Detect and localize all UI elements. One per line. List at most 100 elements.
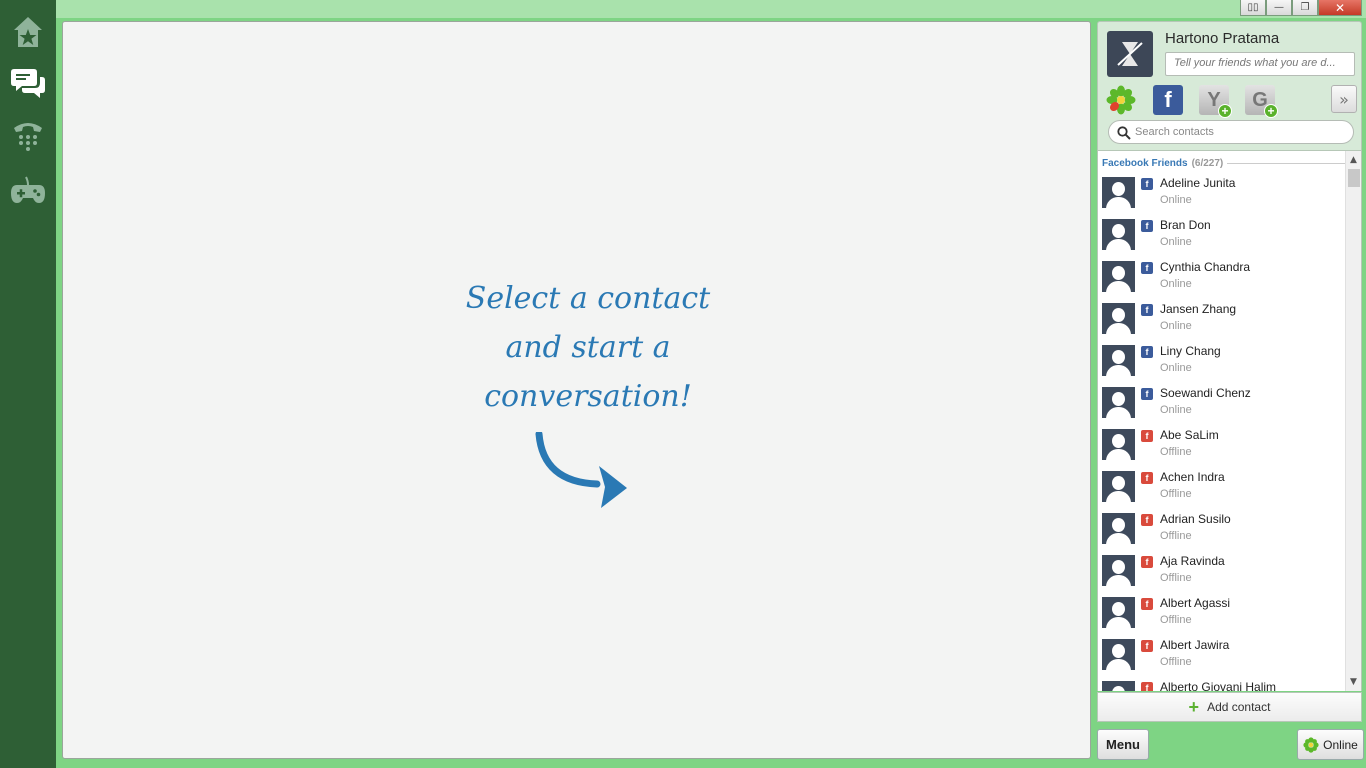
contact-avatar <box>1102 597 1135 628</box>
empty-state-line: conversation! <box>484 379 692 414</box>
contact-name: Albert Jawira <box>1160 638 1230 652</box>
facebook-icon[interactable]: f <box>1153 85 1183 115</box>
home-star-icon[interactable] <box>9 13 47 51</box>
contact-row[interactable]: f Soewandi Chenz Online <box>1102 385 1346 427</box>
contact-status: Online <box>1160 320 1192 332</box>
contact-status: Online <box>1160 194 1192 206</box>
expand-networks-button[interactable]: » <box>1331 85 1357 113</box>
contact-name: Bran Don <box>1160 218 1211 232</box>
facebook-badge-icon: f <box>1141 304 1153 316</box>
presence-button[interactable]: Online <box>1297 729 1364 760</box>
close-icon[interactable]: ✕ <box>1318 0 1362 16</box>
search-input[interactable] <box>1135 124 1345 140</box>
add-contact-button[interactable]: + Add contact <box>1097 692 1362 722</box>
contact-name: Aja Ravinda <box>1160 554 1225 568</box>
contact-name: Abe SaLim <box>1160 428 1219 442</box>
hourglass-icon <box>1117 42 1143 66</box>
left-nav-rail <box>0 0 56 768</box>
curved-arrow-icon <box>535 432 627 508</box>
contact-avatar <box>1102 555 1135 586</box>
icq-icon[interactable] <box>1106 85 1136 115</box>
presence-flower-icon <box>1303 736 1319 753</box>
facebook-badge-icon: f <box>1141 640 1153 652</box>
empty-state-message: Select a contact and start a conversatio… <box>423 274 753 421</box>
chat-bubbles-icon[interactable] <box>9 64 47 102</box>
group-header[interactable]: Facebook Friends (6/227) <box>1102 156 1346 170</box>
facebook-badge-icon: f <box>1141 598 1153 610</box>
empty-state-line: Select a contact <box>465 281 711 316</box>
menu-button[interactable]: Menu <box>1097 729 1149 760</box>
gtalk-add-icon[interactable]: G + <box>1245 85 1278 118</box>
facebook-badge-icon: f <box>1141 514 1153 526</box>
telephone-icon[interactable] <box>9 117 47 155</box>
contact-row[interactable]: f Albert Agassi Offline <box>1102 595 1346 637</box>
facebook-badge-icon: f <box>1141 262 1153 274</box>
contact-list: f Adeline Junita Online f Bran Don Online f Cyn… <box>1102 175 1346 691</box>
contact-status: Online <box>1160 404 1192 416</box>
contact-name: Adrian Susilo <box>1160 512 1231 526</box>
contact-list-panel: Facebook Friends (6/227) f Adeline Junita… <box>1097 151 1362 691</box>
contact-status: Offline <box>1160 614 1192 626</box>
contact-row[interactable]: f Albert Jawira Offline <box>1102 637 1346 679</box>
presence-label: Online <box>1323 737 1358 752</box>
contact-name: Cynthia Chandra <box>1160 260 1251 274</box>
contact-row[interactable]: f Jansen Zhang Online <box>1102 301 1346 343</box>
profile-header: Hartono Pratama Tell your friends what y… <box>1097 21 1362 151</box>
contact-avatar <box>1102 471 1135 502</box>
contact-status: Online <box>1160 236 1192 248</box>
contact-status: Offline <box>1160 656 1192 668</box>
status-message-input[interactable]: Tell your friends what you are d... <box>1165 52 1355 76</box>
contact-row[interactable]: f Aja Ravinda Offline <box>1102 553 1346 595</box>
scroll-down-icon[interactable]: ▼ <box>1346 675 1361 689</box>
facebook-badge-icon: f <box>1141 556 1153 568</box>
contact-row[interactable]: f Adrian Susilo Offline <box>1102 511 1346 553</box>
facebook-badge-icon: f <box>1141 220 1153 232</box>
scrollbar-thumb[interactable] <box>1348 169 1360 187</box>
contact-row[interactable]: f Abe SaLim Offline <box>1102 427 1346 469</box>
facebook-badge-icon: f <box>1141 178 1153 190</box>
search-icon <box>1117 126 1131 140</box>
contact-avatar <box>1102 513 1135 544</box>
contact-row[interactable]: f Adeline Junita Online <box>1102 175 1346 217</box>
user-name: Hartono Pratama <box>1165 30 1280 47</box>
app-window: ▯▯ — ❐ ✕ Select a contact and start a co… <box>56 0 1366 768</box>
minimize-icon[interactable]: — <box>1266 0 1292 16</box>
window-controls: ▯▯ — ❐ ✕ <box>1240 0 1362 16</box>
facebook-badge-icon: f <box>1141 346 1153 358</box>
search-box <box>1108 120 1354 144</box>
facebook-badge-icon: f <box>1141 682 1153 691</box>
scroll-up-icon[interactable]: ▲ <box>1346 153 1361 167</box>
gamepad-icon[interactable] <box>9 171 47 209</box>
contact-row[interactable]: f Cynthia Chandra Online <box>1102 259 1346 301</box>
contact-name: Albert Agassi <box>1160 596 1231 610</box>
yahoo-add-icon[interactable]: Y + <box>1199 85 1232 118</box>
contact-avatar <box>1102 681 1135 691</box>
contact-row[interactable]: f Liny Chang Online <box>1102 343 1346 385</box>
plus-icon: + <box>1188 697 1200 717</box>
contact-avatar <box>1102 429 1135 460</box>
contact-row[interactable]: f Bran Don Online <box>1102 217 1346 259</box>
scrollbar[interactable]: ▲ ▼ <box>1345 151 1361 691</box>
contact-status: Offline <box>1160 572 1192 584</box>
avatar[interactable] <box>1107 31 1153 77</box>
contact-avatar <box>1102 261 1135 292</box>
contact-name: Liny Chang <box>1160 344 1221 358</box>
restore-icon[interactable]: ❐ <box>1292 0 1318 16</box>
contact-status: Offline <box>1160 488 1192 500</box>
contact-status: Online <box>1160 362 1192 374</box>
contact-avatar <box>1102 219 1135 250</box>
divider <box>1227 162 1346 164</box>
toggle-panel-icon[interactable]: ▯▯ <box>1240 0 1266 16</box>
contact-name: Achen Indra <box>1160 470 1225 484</box>
conversation-panel: Select a contact and start a conversatio… <box>62 21 1091 759</box>
facebook-badge-icon: f <box>1141 472 1153 484</box>
contact-name: Jansen Zhang <box>1160 302 1237 316</box>
contact-avatar <box>1102 345 1135 376</box>
contact-name: Adeline Junita <box>1160 176 1236 190</box>
title-bar: ▯▯ — ❐ ✕ <box>56 0 1366 18</box>
contact-row[interactable]: fAlberto Giovani HalimOffline <box>1102 679 1346 691</box>
empty-state-line: and start a <box>505 330 671 365</box>
contact-row[interactable]: f Achen Indra Offline <box>1102 469 1346 511</box>
contact-status: Online <box>1160 278 1192 290</box>
contact-avatar <box>1102 177 1135 208</box>
